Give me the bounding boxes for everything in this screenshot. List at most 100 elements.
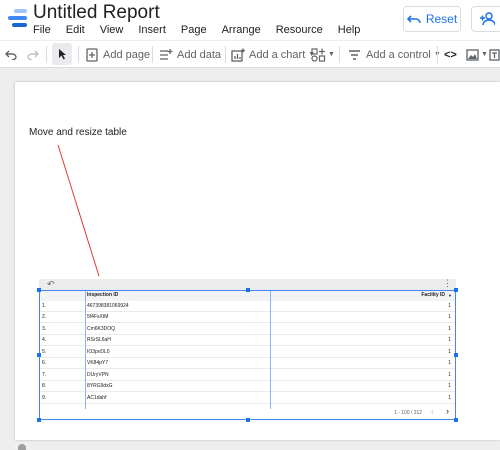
menu-view[interactable]: View: [100, 24, 124, 36]
next-page-icon[interactable]: ›: [446, 406, 449, 416]
inspection-id-cell: 5f4FsXtM: [87, 314, 109, 320]
menu-page[interactable]: Page: [181, 24, 207, 36]
undo-icon: [5, 50, 17, 60]
reset-icon: [406, 15, 421, 24]
row-number: 5.: [42, 349, 47, 355]
inspection-id-cell: RSrSL6aH: [87, 337, 111, 343]
facility-id-cell: 1: [448, 314, 451, 320]
chevron-down-icon: ▼: [328, 51, 335, 58]
pagination-text: 1 - 100 / 312: [394, 410, 423, 416]
add-chart-icon: [231, 48, 245, 62]
resize-handle-left[interactable]: [37, 353, 41, 357]
facility-id-cell: 1: [448, 372, 451, 378]
menu-file[interactable]: File: [33, 24, 51, 36]
table-row[interactable]: 6. VK84pY7 1: [39, 358, 456, 369]
text-box-icon: [489, 48, 500, 61]
resize-handle-top-right[interactable]: [454, 288, 458, 292]
table-row[interactable]: 7. DUryVPN 1: [39, 370, 456, 381]
table-chart[interactable]: ↶ ⋮ Inspection ID Facility ID ▼ 1. 467398…: [39, 278, 456, 420]
menu-help[interactable]: Help: [338, 24, 361, 36]
row-number: 4.: [42, 337, 47, 343]
facility-id-cell: 1: [448, 360, 451, 366]
text-box-button[interactable]: [489, 41, 500, 68]
add-data-button[interactable]: Add data: [159, 41, 221, 68]
image-button[interactable]: ▼: [466, 41, 488, 68]
add-page-button[interactable]: Add page: [86, 41, 150, 68]
sort-descending-icon[interactable]: ▼: [448, 290, 452, 301]
filter-control-icon: [349, 49, 360, 60]
table-row[interactable]: 9. AC1dahf 1: [39, 393, 456, 404]
add-control-button[interactable]: Add a control ▼: [348, 41, 441, 68]
previous-page-icon[interactable]: ‹: [431, 406, 434, 416]
facility-id-cell: 1: [448, 326, 451, 332]
inspection-id-cell: Cm6K3DOQ: [87, 326, 116, 332]
resize-handle-top[interactable]: [246, 288, 250, 292]
resize-handle-bottom[interactable]: [246, 418, 250, 422]
table-row[interactable]: 8. 8YRG9dxG 1: [39, 381, 456, 392]
more-options-icon[interactable]: ⋮: [443, 278, 452, 289]
table-row[interactable]: 3. Cm6K3DOQ 1: [39, 324, 456, 335]
add-page-label: Add page: [103, 48, 151, 61]
column-divider: [85, 290, 86, 409]
row-number: 2.: [42, 314, 47, 320]
inspection-id-cell: AC1dahf: [87, 395, 107, 401]
undo-button[interactable]: [5, 41, 17, 68]
app-header: Untitled Report File Edit View Insert Pa…: [0, 0, 500, 40]
table-row[interactable]: 1. 467398381069924 1: [39, 301, 456, 312]
column-header-inspection-id[interactable]: Inspection ID: [87, 290, 118, 301]
menu-bar: File Edit View Insert Page Arrange Resou…: [33, 24, 375, 36]
table-row[interactable]: 5. IO3pvDL0 1: [39, 347, 456, 358]
image-icon: [466, 48, 479, 61]
cursor-icon: [58, 49, 66, 60]
redo-icon: [27, 50, 39, 60]
facility-id-cell: 1: [448, 303, 451, 309]
shapes-plus-icon: [311, 47, 326, 62]
inspection-id-cell: DUryVPN: [87, 372, 109, 378]
inspection-id-cell: 8YRG9dxG: [87, 383, 113, 389]
inspection-id-cell: 467398381069924: [87, 303, 129, 309]
row-number: 8.: [42, 383, 47, 389]
menu-edit[interactable]: Edit: [66, 24, 85, 36]
redo-button[interactable]: [27, 41, 39, 68]
add-component-button[interactable]: ▼: [311, 41, 335, 68]
facility-id-cell: 1: [448, 349, 451, 355]
add-data-label: Add data: [177, 48, 222, 61]
table-row[interactable]: 4. RSrSL6aH 1: [39, 335, 456, 346]
add-chart-label: Add a chart: [249, 48, 306, 61]
add-data-icon: [160, 48, 173, 60]
inspection-id-cell: IO3pvDL0: [87, 349, 110, 355]
embed-code-icon[interactable]: <>: [444, 41, 457, 68]
resize-handle-top-left[interactable]: [37, 288, 41, 292]
column-header-facility-id[interactable]: Facility ID: [421, 290, 445, 301]
menu-arrange[interactable]: Arrange: [222, 24, 261, 36]
column-divider: [270, 290, 271, 409]
resize-handle-bottom-left[interactable]: [37, 418, 41, 422]
select-tool-button[interactable]: [52, 43, 72, 65]
add-page-icon: [86, 47, 98, 62]
chart-undo-icon[interactable]: ↶: [47, 279, 55, 290]
report-title[interactable]: Untitled Report: [33, 2, 160, 24]
row-number: 9.: [42, 395, 47, 401]
inspection-id-cell: VK84pY7: [87, 360, 109, 366]
reset-button[interactable]: Reset: [403, 6, 461, 32]
row-number: 6.: [42, 360, 47, 366]
resize-handle-bottom-right[interactable]: [454, 418, 458, 422]
row-number: 1.: [42, 303, 47, 309]
row-number: 7.: [42, 372, 47, 378]
row-number: 3.: [42, 326, 47, 332]
add-control-label: Add a control: [366, 48, 431, 61]
facility-id-cell: 1: [448, 395, 451, 401]
data-studio-logo-icon[interactable]: [8, 8, 28, 30]
table-row[interactable]: 2. 5f4FsXtM 1: [39, 312, 456, 323]
chevron-down-icon: ▼: [481, 51, 488, 58]
annotation-text: Move and resize table: [29, 127, 127, 138]
toolbar: Add page Add data Add a chart ▼ ▼ Add a …: [0, 41, 500, 68]
facility-id-cell: 1: [448, 383, 451, 389]
add-person-icon: [480, 12, 495, 26]
share-button[interactable]: [471, 6, 500, 32]
resize-handle-right[interactable]: [454, 353, 458, 357]
scroll-indicator: [18, 444, 26, 450]
add-chart-button[interactable]: Add a chart ▼: [231, 41, 315, 68]
menu-resource[interactable]: Resource: [276, 24, 323, 36]
menu-insert[interactable]: Insert: [138, 24, 166, 36]
